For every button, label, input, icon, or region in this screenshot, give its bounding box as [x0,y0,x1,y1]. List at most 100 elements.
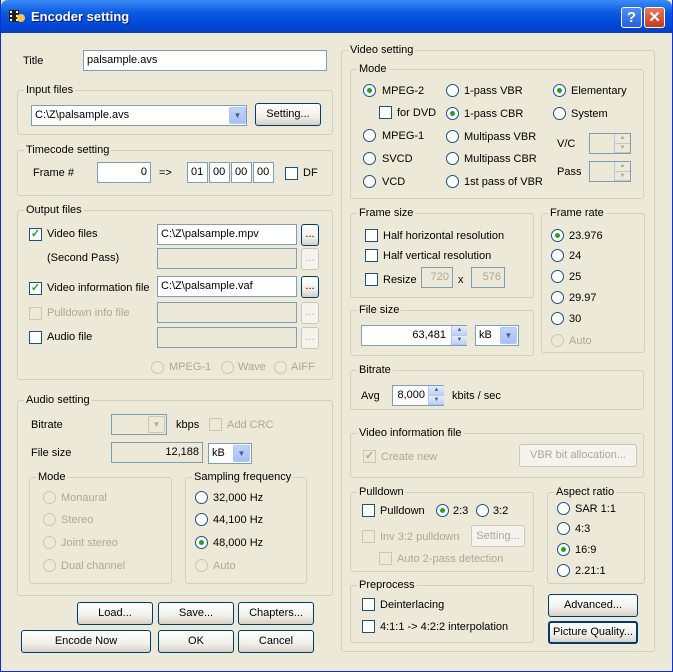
input-setting-button[interactable]: Setting... [255,103,321,126]
system-radio[interactable] [553,107,566,120]
for-dvd-checkbox[interactable] [379,106,392,119]
rate-24-radio[interactable] [551,249,564,262]
chevron-down-icon[interactable]: ▼ [500,327,517,344]
rate-23976-radio[interactable] [551,229,564,242]
chapters-button[interactable]: Chapters... [238,602,314,625]
chevron-down-icon[interactable]: ▼ [233,445,250,462]
vcd-radio[interactable] [363,175,376,188]
video-info-checkbox[interactable]: ✓ [29,282,42,295]
freq-auto-label: Auto [213,560,236,572]
input-files-legend: Input files [24,84,76,97]
multipass-vbr-radio[interactable] [446,130,459,143]
video-browse-button[interactable]: ... [301,224,319,246]
freq-32000-radio[interactable] [195,491,208,504]
kbps-label: kbps [176,419,200,431]
svcd-radio[interactable] [363,152,376,165]
title-bar[interactable]: Encoder setting ? ✕ [1,0,672,33]
for-dvd-label: for DVD [397,107,437,119]
resize-checkbox[interactable] [365,273,378,286]
vbr1-radio[interactable] [446,84,459,97]
encode-now-button[interactable]: Encode Now [21,630,151,653]
title-input[interactable]: palsample.avs [83,50,327,71]
close-button[interactable]: ✕ [644,7,665,28]
picture-quality-button[interactable]: Picture Quality... [548,621,638,644]
video-setting-legend: Video setting [348,44,416,57]
input-file-select[interactable]: C:\Z\palsample.avs [31,105,247,126]
aspect-43-radio[interactable] [557,522,570,535]
frame-input[interactable]: 0 [97,162,151,183]
interpolation-checkbox[interactable] [362,620,375,633]
tc-frames[interactable]: 00 [253,162,274,183]
vaf-input[interactable]: C:\Z\palsample.vaf [157,276,297,297]
half-vertical-label: Half vertical resolution [383,250,492,262]
pulldown-checkbox[interactable] [362,504,375,517]
first-pass-vbr-label: 1st pass of VBR [464,176,543,188]
cbr1-label: 1-pass CBR [464,108,524,120]
audio-mpeg1-label: MPEG-1 [169,361,212,373]
pulldown-32-radio[interactable] [476,504,489,517]
mode-monaural-label: Monaural [61,492,107,504]
cancel-button[interactable]: Cancel [238,630,314,653]
video-info-legend: Video information file [357,427,464,440]
mpeg2-radio[interactable] [363,84,376,97]
pulldown-23-radio[interactable] [436,504,449,517]
arrow-label: => [159,167,172,179]
mpeg1-label: MPEG-1 [382,130,425,142]
ok-button[interactable]: OK [158,630,234,653]
add-crc-checkbox [209,418,222,431]
audio-aiff-label: AIFF [291,361,315,373]
create-new-label: Create new [381,451,438,463]
half-vertical-checkbox[interactable] [365,249,378,262]
chevron-down-icon[interactable]: ▼ [229,107,246,124]
aspect-169-radio[interactable] [557,543,570,556]
rate-25-label: 25 [569,271,582,283]
first-pass-vbr-radio[interactable] [446,175,459,188]
aspect-sar11-radio[interactable] [557,502,570,515]
file-size-legend: File size [357,304,402,317]
tc-minutes[interactable]: 00 [209,162,230,183]
bitrate-legend: Bitrate [357,364,393,377]
freq-32000-label: 32,000 Hz [213,492,264,504]
avg-label: Avg [361,390,380,402]
cbr1-radio[interactable] [446,107,459,120]
mode-dual-channel-radio [43,559,56,572]
half-horizontal-checkbox[interactable] [365,229,378,242]
freq-44100-radio[interactable] [195,513,208,526]
aspect-221-radio[interactable] [557,564,570,577]
mpeg1-radio[interactable] [363,129,376,142]
help-button[interactable]: ? [621,7,642,28]
window-title: Encoder setting [31,9,130,24]
rate-2997-radio[interactable] [551,291,564,304]
df-checkbox[interactable] [285,167,298,180]
video-files-input[interactable]: C:\Z\palsample.mpv [157,224,297,245]
frame-label: Frame # [33,167,74,179]
audio-file-checkbox[interactable] [29,331,42,344]
rate-2997-label: 29.97 [569,292,597,304]
rate-30-radio[interactable] [551,312,564,325]
auto-2pass-checkbox [379,552,392,565]
mode-joint-stereo-label: Joint stereo [61,537,118,549]
rate-30-label: 30 [569,313,582,325]
elementary-radio[interactable] [553,84,566,97]
audio-file-size-label: File size [31,447,72,459]
multipass-cbr-radio[interactable] [446,152,459,165]
tc-hours[interactable]: 01 [187,162,208,183]
load-button[interactable]: Load... [77,602,153,625]
mode-monaural-radio [43,491,56,504]
rate-23976-label: 23.976 [569,230,603,242]
video-files-checkbox[interactable]: ✓ [29,228,42,241]
advanced-button[interactable]: Advanced... [548,594,638,617]
multipass-vbr-label: Multipass VBR [464,131,537,143]
spinner-icon[interactable]: ▲ ▼ [428,386,444,405]
pulldown-setting-button: Setting... [471,525,525,547]
deinterlacing-checkbox[interactable] [362,598,375,611]
preprocess-group: Preprocess [350,579,534,643]
svcd-label: SVCD [382,153,413,165]
rate-25-radio[interactable] [551,270,564,283]
save-button[interactable]: Save... [158,602,234,625]
tc-seconds[interactable]: 00 [231,162,252,183]
freq-48000-radio[interactable] [195,536,208,549]
spinner-icon[interactable]: ▲ ▼ [451,326,467,345]
vaf-browse-button[interactable]: ... [301,276,319,298]
second-pass-browse-button: ... [301,248,319,270]
